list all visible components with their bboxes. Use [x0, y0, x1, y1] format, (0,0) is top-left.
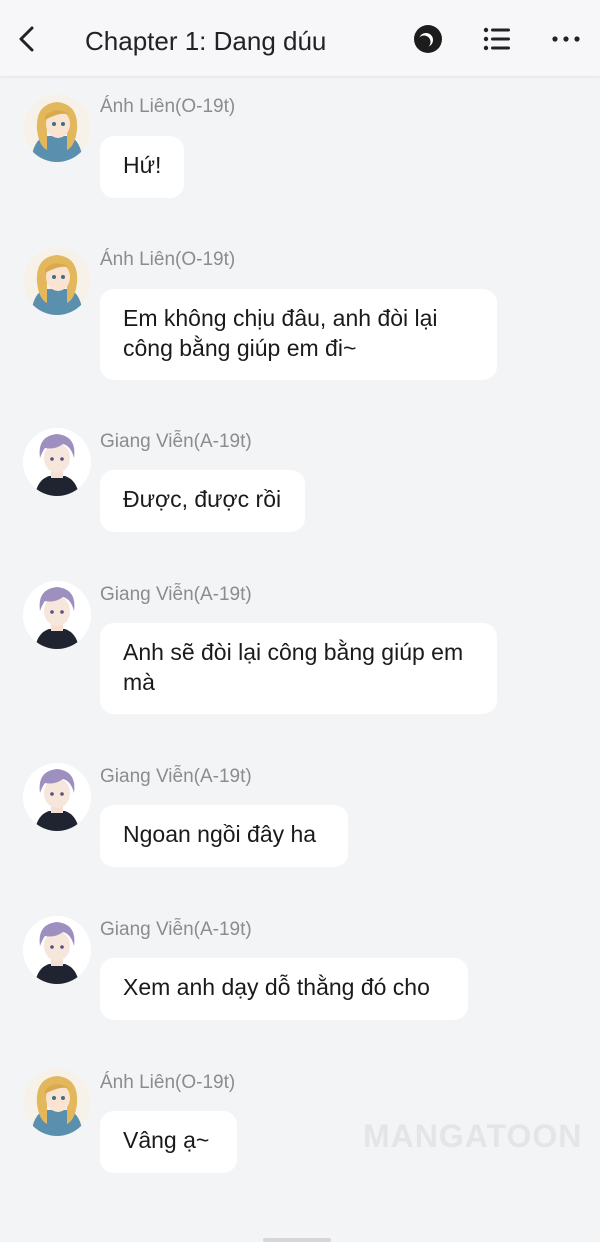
purple-hair-boy-avatar[interactable] [23, 428, 91, 496]
more-options-icon[interactable] [550, 24, 582, 54]
sender-name: Giang Viễn(A-19t) [100, 919, 252, 940]
blonde-girl-avatar[interactable] [23, 247, 91, 315]
chapter-title: Chapter 1: Dang dúu [85, 26, 327, 56]
sender-name: Ánh Liên(O-19t) [100, 96, 236, 117]
back-arrow-icon[interactable] [14, 24, 40, 54]
sender-name: Giang Viễn(A-19t) [100, 766, 252, 787]
top-bar: Chapter 1: Dang dúu [0, 0, 600, 76]
message-bubble: Xem anh dạy dỗ thằng đó cho [100, 958, 468, 1020]
watermark: MANGATOON [363, 1118, 583, 1154]
message-bubble: Em không chịu đâu, anh đòi lại công bằng… [100, 289, 497, 380]
blonde-girl-avatar[interactable] [23, 94, 91, 162]
chapter-list-icon[interactable] [482, 24, 512, 54]
purple-hair-boy-avatar[interactable] [23, 916, 91, 984]
sender-name: Giang Viễn(A-19t) [100, 584, 252, 605]
eye-mode-icon[interactable] [413, 24, 443, 54]
sender-name: Ánh Liên(O-19t) [100, 1072, 236, 1093]
message-bubble: Anh sẽ đòi lại công bằng giúp em mà [100, 623, 497, 714]
message-bubble: Được, được rồi [100, 470, 305, 532]
blonde-girl-avatar[interactable] [23, 1068, 91, 1136]
purple-hair-boy-avatar[interactable] [23, 763, 91, 831]
message-bubble: Hứ! [100, 136, 184, 198]
purple-hair-boy-avatar[interactable] [23, 581, 91, 649]
message-bubble: Ngoan ngồi đây ha [100, 805, 348, 867]
home-indicator[interactable] [263, 1238, 331, 1242]
sender-name: Giang Viễn(A-19t) [100, 431, 252, 452]
message-bubble: Vâng ạ~ [100, 1111, 237, 1173]
sender-name: Ánh Liên(O-19t) [100, 249, 236, 270]
